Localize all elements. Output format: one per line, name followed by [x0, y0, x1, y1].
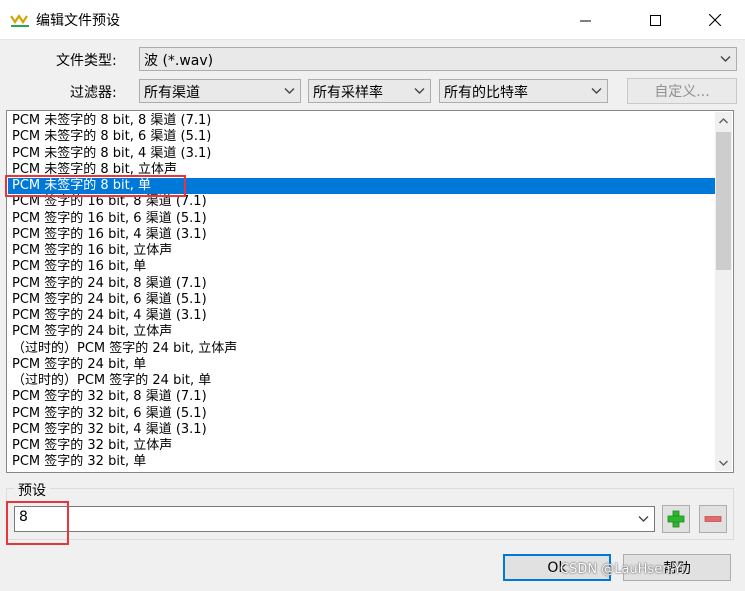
list-item[interactable]: PCM 签字的 24 bit, 4 渠道 (3.1) [8, 308, 716, 324]
bit-rate-filter-value: 所有的比特率 [444, 85, 528, 101]
list-item[interactable]: PCM 未签字的 8 bit, 4 渠道 (3.1) [8, 146, 716, 162]
list-item[interactable]: PCM 签字的 32 bit, 4 渠道 (3.1) [8, 422, 716, 438]
list-item[interactable]: PCM 签字的 24 bit, 单 [8, 357, 716, 373]
chevron-down-icon [638, 516, 649, 522]
filter-label: 过滤器: [70, 85, 117, 101]
minus-icon [704, 516, 722, 522]
chevron-down-icon [284, 88, 295, 94]
scroll-up-button[interactable] [715, 112, 732, 129]
preset-group-label: 预设 [14, 480, 50, 500]
list-item[interactable]: （过时的）PCM 签字的 24 bit, 立体声 [8, 341, 716, 357]
window-title: 编辑文件预设 [36, 13, 120, 29]
list-item[interactable]: PCM 签字的 24 bit, 8 渠道 (7.1) [8, 276, 716, 292]
scroll-down-button[interactable] [715, 454, 732, 471]
list-item[interactable]: PCM 签字的 32 bit, 8 渠道 (7.1) [8, 389, 716, 405]
chevron-down-icon [414, 88, 425, 94]
channels-filter-value: 所有渠道 [144, 85, 200, 101]
list-item[interactable]: PCM 签字的 24 bit, 立体声 [8, 324, 716, 340]
highlight-box-preset [6, 501, 69, 545]
list-item[interactable]: PCM 签字的 32 bit, 6 渠道 (5.1) [8, 406, 716, 422]
list-item[interactable]: （过时的）PCM 签字的 24 bit, 单 [8, 373, 716, 389]
maximize-button[interactable] [632, 0, 678, 40]
format-list-items: PCM 未签字的 8 bit, 8 渠道 (7.1) PCM 未签字的 8 bit… [8, 113, 716, 471]
close-button[interactable] [692, 0, 738, 40]
scroll-thumb[interactable] [716, 132, 731, 270]
sample-rate-filter-dropdown[interactable]: 所有采样率 [308, 79, 431, 103]
title-bar: 编辑文件预设 [0, 0, 745, 40]
list-item[interactable]: PCM 签字的 32 bit, 单 [8, 454, 716, 470]
add-preset-button[interactable] [662, 505, 690, 533]
highlight-box-selected-item [5, 175, 186, 197]
chevron-down-icon [719, 460, 728, 466]
list-scrollbar[interactable] [715, 112, 732, 471]
custom-button[interactable]: 自定义... [627, 78, 737, 104]
list-item[interactable]: PCM 签字的 16 bit, 4 渠道 (3.1) [8, 227, 716, 243]
chevron-down-icon [720, 56, 731, 62]
minimize-button[interactable] [562, 0, 608, 40]
list-item[interactable]: PCM 签字的 16 bit, 单 [8, 259, 716, 275]
list-item[interactable]: PCM 签字的 16 bit, 立体声 [8, 243, 716, 259]
list-item[interactable]: PCM 签字的 24 bit, 6 渠道 (5.1) [8, 292, 716, 308]
list-item[interactable]: PCM 未签字的 8 bit, 8 渠道 (7.1) [8, 113, 716, 129]
close-icon [709, 14, 721, 26]
chevron-down-icon [591, 88, 602, 94]
bit-rate-filter-dropdown[interactable]: 所有的比特率 [439, 79, 608, 103]
plus-icon [667, 510, 685, 528]
file-type-value: 波 (*.wav) [144, 53, 214, 69]
remove-preset-button[interactable] [699, 505, 727, 533]
list-item[interactable]: PCM 签字的 32 bit, 立体声 [8, 438, 716, 454]
list-item[interactable]: PCM 未签字的 8 bit, 6 渠道 (5.1) [8, 129, 716, 145]
sample-rate-filter-value: 所有采样率 [313, 85, 383, 101]
chevron-up-icon [719, 117, 728, 123]
channels-filter-dropdown[interactable]: 所有渠道 [139, 79, 301, 103]
maximize-icon [649, 14, 661, 26]
format-list[interactable]: PCM 未签字的 8 bit, 8 渠道 (7.1) PCM 未签字的 8 bit… [6, 110, 734, 473]
list-item[interactable]: PCM 签字的 16 bit, 6 渠道 (5.1) [8, 211, 716, 227]
preset-combobox[interactable]: 8 [14, 506, 655, 532]
watermark: CSDN @LauHsen-Yi [560, 562, 685, 577]
file-type-dropdown[interactable]: 波 (*.wav) [139, 47, 737, 71]
app-logo-icon [10, 14, 29, 27]
file-type-label: 文件类型: [56, 53, 117, 69]
minimize-icon [579, 20, 591, 21]
